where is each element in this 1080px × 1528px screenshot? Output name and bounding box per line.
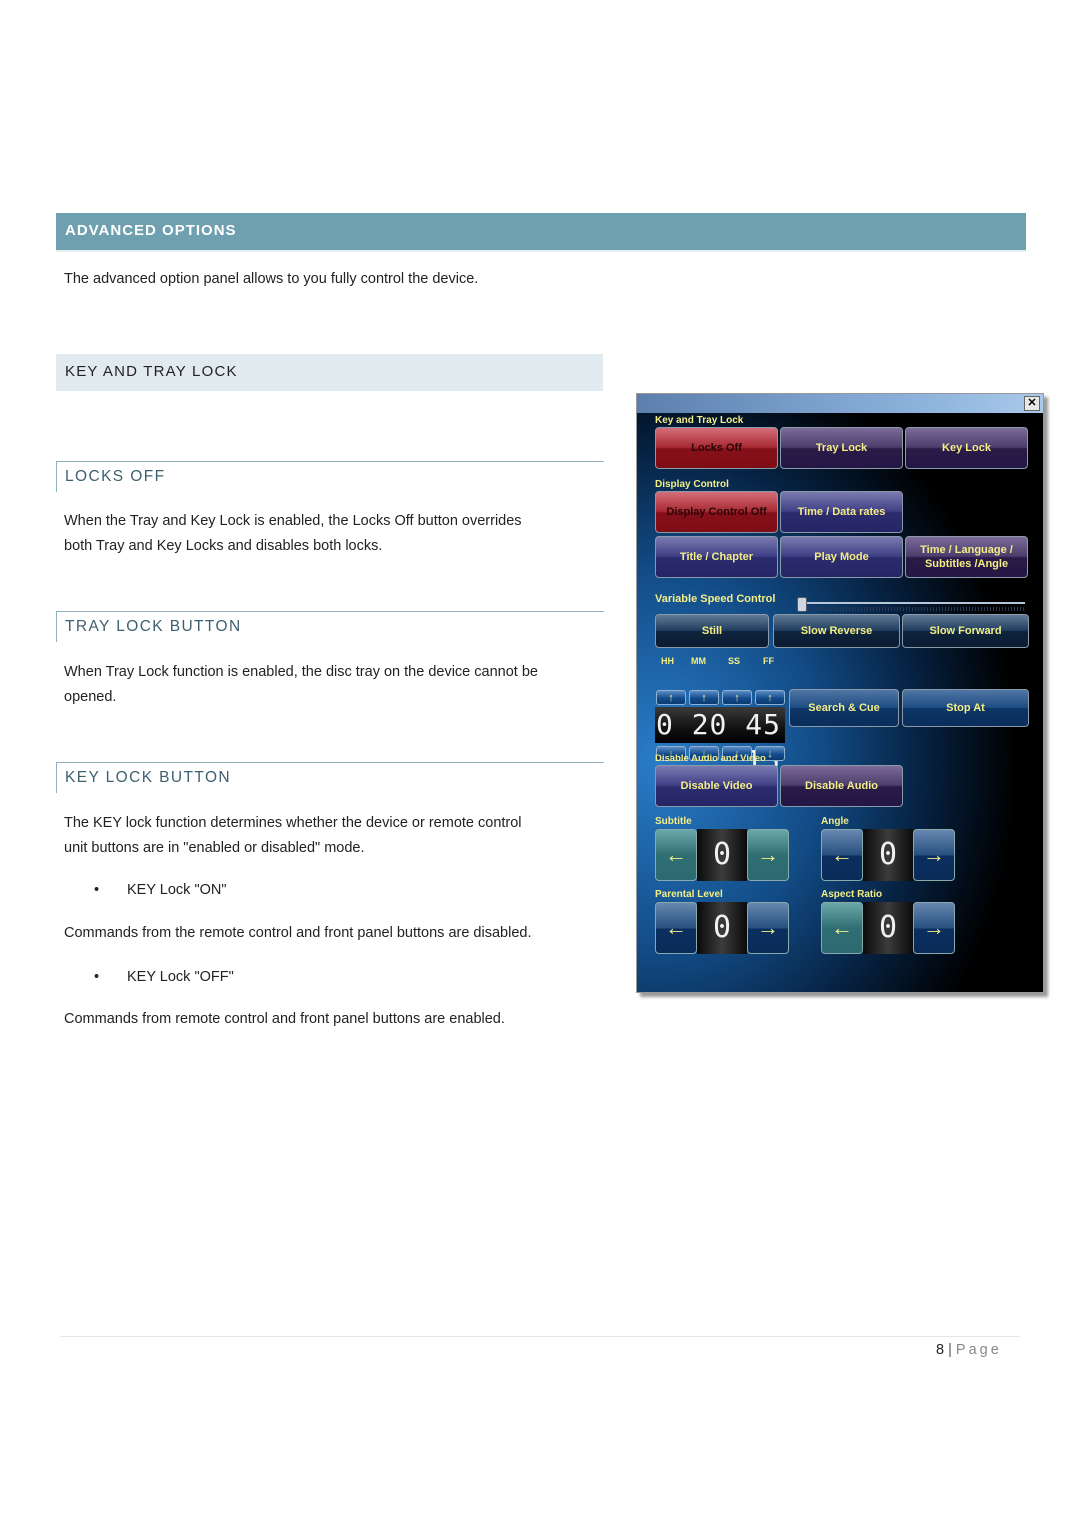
aspect-ratio-value: 0 bbox=[863, 902, 913, 954]
label-ff: FF bbox=[763, 656, 774, 666]
heading-key-lock-button: KEY LOCK BUTTON bbox=[56, 762, 604, 793]
label-ss: SS bbox=[728, 656, 741, 666]
bullet-icon: • bbox=[94, 969, 100, 985]
bullet-icon: • bbox=[94, 882, 100, 898]
subheading-text: KEY AND TRAY LOCK bbox=[65, 363, 238, 380]
mm-up-button[interactable]: ↑ bbox=[689, 690, 719, 705]
heading-text: LOCKS OFF bbox=[65, 468, 166, 485]
slider-track bbox=[797, 602, 1025, 604]
key-lock-paragraph: The KEY lock function determines whether… bbox=[64, 811, 522, 861]
heading-tray-lock-button: TRAY LOCK BUTTON bbox=[56, 611, 604, 642]
label-hh: HH bbox=[661, 656, 674, 666]
variable-speed-slider[interactable] bbox=[797, 597, 1025, 613]
paragraph-line: When the Tray and Key Lock is enabled, t… bbox=[64, 513, 522, 529]
paragraph-line: When Tray Lock function is enabled, the … bbox=[64, 664, 538, 680]
page-separator: | bbox=[948, 1342, 952, 1358]
time-language-subtitles-angle-button[interactable]: Time / Language / Subtitles /Angle bbox=[905, 536, 1028, 578]
page-label: Page bbox=[955, 1342, 1002, 1358]
label-key-and-tray-lock: Key and Tray Lock bbox=[655, 415, 744, 426]
label-parental-level: Parental Level bbox=[655, 889, 723, 900]
label-display-control: Display Control bbox=[655, 479, 729, 490]
label-variable-speed-control: Variable Speed Control bbox=[655, 593, 776, 605]
advanced-options-panel: ✕ Key and Tray Lock Locks Off Tray Lock … bbox=[636, 393, 1044, 993]
time-code-display: 0 20 45 15 bbox=[655, 707, 785, 777]
ff-up-button[interactable]: ↑ bbox=[755, 690, 785, 705]
heading-text: KEY LOCK BUTTON bbox=[65, 769, 231, 786]
subtitle-prev-button[interactable]: ← bbox=[655, 829, 697, 881]
subtitle-next-button[interactable]: → bbox=[747, 829, 789, 881]
parental-level-value: 0 bbox=[697, 902, 747, 954]
angle-prev-button[interactable]: ← bbox=[821, 829, 863, 881]
aspect-ratio-next-button[interactable]: → bbox=[913, 902, 955, 954]
subheading-key-and-tray-lock: KEY AND TRAY LOCK bbox=[56, 354, 603, 391]
panel-body: Key and Tray Lock Locks Off Tray Lock Ke… bbox=[637, 413, 1043, 992]
key-lock-off-description: Commands from remote control and front p… bbox=[64, 1011, 505, 1027]
hh-up-button[interactable]: ↑ bbox=[656, 690, 686, 705]
slow-forward-button[interactable]: Slow Forward bbox=[902, 614, 1029, 648]
key-lock-on-description: Commands from the remote control and fro… bbox=[64, 925, 532, 941]
disable-video-button[interactable]: Disable Video bbox=[655, 765, 778, 807]
heading-text: TRAY LOCK BUTTON bbox=[65, 618, 242, 635]
bullet-text: KEY Lock "OFF" bbox=[127, 969, 234, 985]
label-subtitle: Subtitle bbox=[655, 816, 692, 827]
stop-at-button[interactable]: Stop At bbox=[902, 689, 1029, 727]
aspect-ratio-prev-button[interactable]: ← bbox=[821, 902, 863, 954]
angle-value: 0 bbox=[863, 829, 913, 881]
subtitle-spinner: ← 0 → bbox=[655, 829, 789, 881]
footer-divider bbox=[60, 1336, 1020, 1337]
close-icon[interactable]: ✕ bbox=[1024, 396, 1040, 411]
paragraph-line: The KEY lock function determines whether… bbox=[64, 815, 522, 831]
search-and-cue-button[interactable]: Search & Cue bbox=[789, 689, 899, 727]
bullet-text: KEY Lock "ON" bbox=[127, 882, 227, 898]
ss-up-button[interactable]: ↑ bbox=[722, 690, 752, 705]
title-chapter-button[interactable]: Title / Chapter bbox=[655, 536, 778, 578]
label-disable-audio-and-video: Disable Audio and Video bbox=[655, 753, 766, 764]
angle-spinner: ← 0 → bbox=[821, 829, 955, 881]
locks-off-button[interactable]: Locks Off bbox=[655, 427, 778, 469]
time-data-rates-button[interactable]: Time / Data rates bbox=[780, 491, 903, 533]
slider-thumb[interactable] bbox=[797, 597, 807, 612]
page-number: 8 | Page bbox=[936, 1342, 1002, 1358]
label-aspect-ratio: Aspect Ratio bbox=[821, 889, 883, 900]
key-lock-button[interactable]: Key Lock bbox=[905, 427, 1028, 469]
angle-next-button[interactable]: → bbox=[913, 829, 955, 881]
label-angle: Angle bbox=[821, 816, 849, 827]
play-mode-button[interactable]: Play Mode bbox=[780, 536, 903, 578]
intro-paragraph: The advanced option panel allows to you … bbox=[64, 271, 479, 287]
heading-text: ADVANCED OPTIONS bbox=[65, 222, 237, 239]
tray-lock-paragraph: When Tray Lock function is enabled, the … bbox=[64, 660, 538, 710]
page-number-value: 8 bbox=[936, 1342, 945, 1358]
parental-level-prev-button[interactable]: ← bbox=[655, 902, 697, 954]
subtitle-value: 0 bbox=[697, 829, 747, 881]
section-heading-advanced-options: ADVANCED OPTIONS bbox=[56, 213, 1026, 252]
aspect-ratio-spinner: ← 0 → bbox=[821, 902, 955, 954]
slider-ticks bbox=[801, 607, 1025, 611]
locks-off-paragraph: When the Tray and Key Lock is enabled, t… bbox=[64, 509, 522, 559]
label-mm: MM bbox=[691, 656, 706, 666]
tray-lock-button[interactable]: Tray Lock bbox=[780, 427, 903, 469]
paragraph-line: unit buttons are in "enabled or disabled… bbox=[64, 840, 365, 856]
disable-audio-button[interactable]: Disable Audio bbox=[780, 765, 903, 807]
heading-locks-off: LOCKS OFF bbox=[56, 461, 604, 492]
still-button[interactable]: Still bbox=[655, 614, 769, 648]
panel-titlebar: ✕ bbox=[637, 394, 1043, 413]
parental-level-next-button[interactable]: → bbox=[747, 902, 789, 954]
slow-reverse-button[interactable]: Slow Reverse bbox=[773, 614, 900, 648]
display-control-off-button[interactable]: Display Control Off bbox=[655, 491, 778, 533]
parental-level-spinner: ← 0 → bbox=[655, 902, 789, 954]
paragraph-line: both Tray and Key Locks and disables bot… bbox=[64, 538, 383, 554]
paragraph-line: opened. bbox=[64, 689, 117, 705]
